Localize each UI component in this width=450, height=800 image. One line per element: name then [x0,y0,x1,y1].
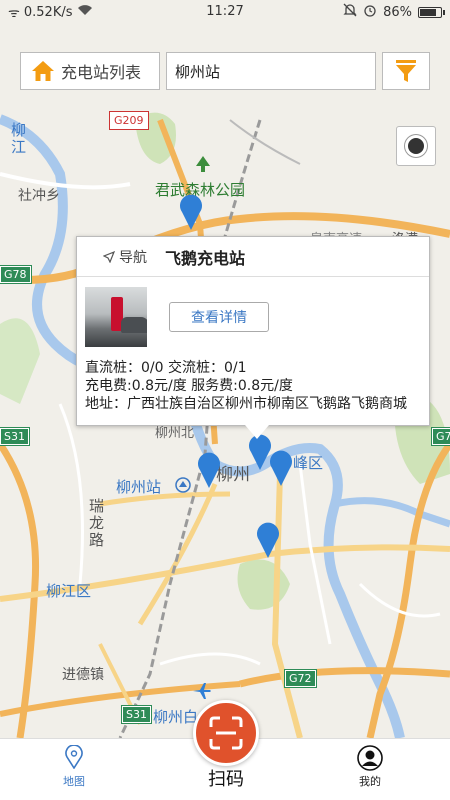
navigate-label: 导航 [119,249,147,266]
locate-button[interactable] [396,126,436,166]
map-pin-icon [65,745,83,769]
view-details-button[interactable]: 查看详情 [169,302,269,332]
charging-station-marker[interactable] [197,452,221,488]
road-sign-g7: G7 [431,427,450,446]
info-header: 导航 飞鹅充电站 [77,237,429,277]
fee-info: 充电费:0.8元/度 服务费:0.8元/度 [85,378,293,394]
label-jinde-town: 进德镇 [62,667,104,683]
locate-icon [408,138,424,154]
label-ruilong-road: 瑞龙路 [87,498,105,549]
tab-me-label: 我的 [359,775,381,788]
battery-icon [418,6,445,18]
filter-icon [396,60,416,82]
label-liujiang-river: 柳江 [9,122,27,156]
navigation-arrow-icon [103,250,115,263]
tab-me[interactable]: 我的 [340,745,400,789]
label-feng-district: 峰区 [293,454,324,472]
scan-button[interactable] [193,700,259,766]
search-input[interactable]: 柳州站 [166,52,376,90]
scan-icon [209,716,243,750]
road-sign-g209: G209 [109,111,149,130]
filter-button[interactable] [382,52,430,90]
navigate-button[interactable]: 导航 [77,247,165,267]
map-pin-icon [270,450,292,486]
info-body: 查看详情 直流桩：0/0 交流桩：0/1 充电费:0.8元/度 服务费:0.8元… [77,277,429,413]
charger-counts: 直流桩：0/0 交流桩：0/1 [85,360,247,376]
label-shechong: 社冲乡 [18,188,60,204]
map-pin-icon [257,522,279,558]
charging-station-marker[interactable] [269,450,293,486]
station-list-button[interactable]: 充电站列表 [20,52,160,90]
user-icon [357,745,383,771]
label-liuzhou-bottom: 柳州白 [153,708,199,726]
station-photo [85,287,147,347]
station-address: 地址：广西壮族自治区柳州市柳南区飞鹅路飞鹅商城 [85,396,407,412]
tab-map-label: 地图 [63,775,85,788]
top-toolbar: 充电站列表 柳州站 [20,52,432,90]
road-sign-g72: G72 [284,669,317,688]
station-info-window: 导航 飞鹅充电站 查看详情 直流桩：0/0 交流桩：0/1 充电费:0.8元/度… [76,236,430,439]
status-time: 11:27 [206,4,244,19]
road-sign-s31-south: S31 [121,705,152,724]
label-liuzhou-station: 柳州站 [116,478,162,496]
label-liujiang-district: 柳江区 [46,582,92,600]
station-name: 飞鹅充电站 [165,248,246,268]
charging-station-marker[interactable] [179,194,203,230]
road-sign-g78: G78 [0,265,32,284]
home-icon [32,61,54,81]
map-pin-icon [198,452,220,488]
map-pin-icon [180,194,202,230]
station-info-lines: 直流桩：0/0 交流桩：0/1 充电费:0.8元/度 服务费:0.8元/度 地址… [85,359,421,413]
scan-label: 扫码 [208,769,244,790]
charging-station-marker[interactable] [256,522,280,558]
label-liuzhou-city: 柳州 [216,465,250,485]
tab-map[interactable]: 地图 [44,745,104,789]
road-sign-s31: S31 [0,427,30,446]
station-list-label: 充电站列表 [61,63,142,82]
info-top: 查看详情 [85,285,421,349]
status-bar: ᯤ 0.52K/s 11:27 86% [0,0,450,24]
